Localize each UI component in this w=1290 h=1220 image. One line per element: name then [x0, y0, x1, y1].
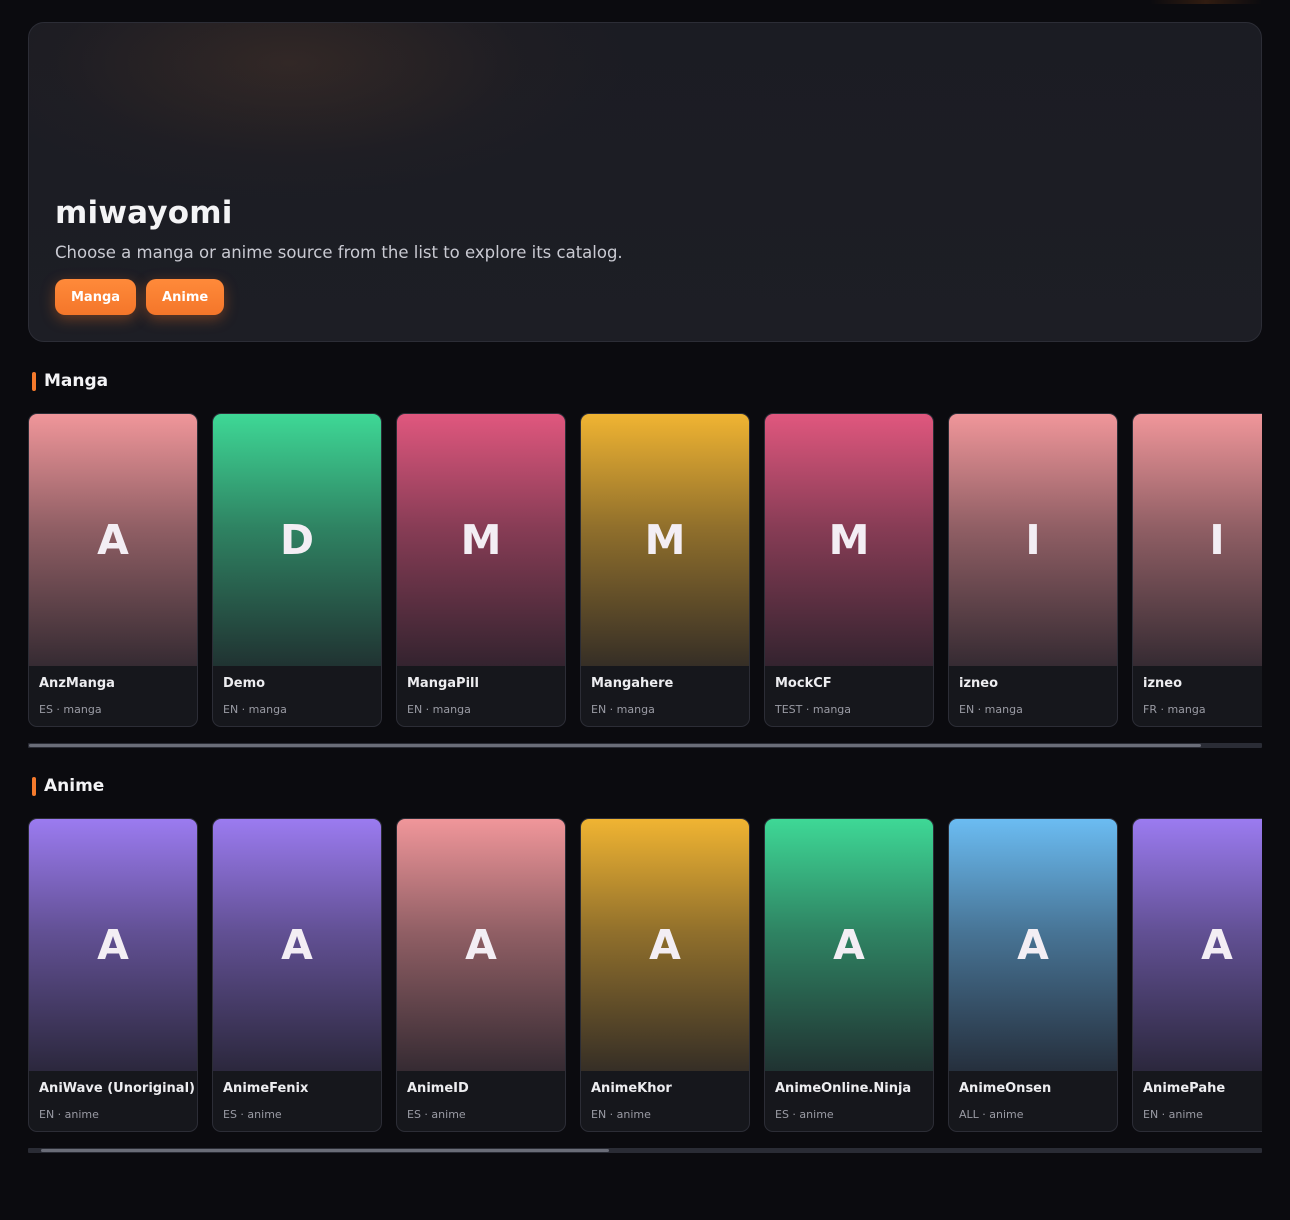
source-card[interactable]: A AnimeOnline.Ninja ES · anime	[764, 818, 934, 1132]
source-initial: I	[1025, 516, 1041, 564]
anime-scrollbar-thumb[interactable]	[41, 1149, 609, 1152]
source-name: MangaPill	[407, 676, 479, 691]
source-cover: D	[213, 414, 381, 666]
source-initial: A	[281, 921, 313, 969]
source-name: izneo	[1143, 676, 1183, 691]
source-initial: A	[465, 921, 497, 969]
source-meta: ES · anime	[775, 1108, 834, 1121]
source-card[interactable]: D Demo EN · manga	[212, 413, 382, 727]
source-initial: M	[644, 516, 686, 564]
source-initial: M	[460, 516, 502, 564]
anime-button[interactable]: Anime	[146, 279, 225, 315]
source-cover: M	[765, 414, 933, 666]
hero-banner: miwayomi Choose a manga or anime source …	[28, 22, 1262, 342]
source-meta: EN · manga	[591, 703, 655, 716]
source-meta: EN · anime	[1143, 1108, 1203, 1121]
manga-button[interactable]: Manga	[55, 279, 137, 315]
source-meta: EN · manga	[407, 703, 471, 716]
source-cover: A	[581, 819, 749, 1071]
source-name: AnimeFenix	[223, 1081, 309, 1096]
source-card[interactable]: A AnimeOnsen ALL · anime	[948, 818, 1118, 1132]
source-cover: A	[397, 819, 565, 1071]
manga-section-header: Manga	[32, 371, 108, 391]
source-name: AnimeOnline.Ninja	[775, 1081, 912, 1096]
source-name: MockCF	[775, 676, 832, 691]
source-name: izneo	[959, 676, 999, 691]
source-name: AnimePahe	[1143, 1081, 1226, 1096]
source-initial: I	[1209, 516, 1225, 564]
source-initial: A	[1017, 921, 1049, 969]
source-cover: I	[949, 414, 1117, 666]
source-card[interactable]: Iizneo FR · manga	[1132, 413, 1262, 727]
anime-section-header: Anime	[32, 776, 104, 796]
source-name: AniWave (Unoriginal)	[39, 1081, 195, 1096]
source-cover: A	[29, 819, 197, 1071]
hero-buttons: Manga Anime	[55, 279, 225, 315]
source-initial: A	[649, 921, 681, 969]
anime-scrollbar[interactable]	[28, 1148, 1262, 1153]
source-cover: M	[581, 414, 749, 666]
source-card[interactable]: A AnimeID ES · anime	[396, 818, 566, 1132]
source-meta: FR · manga	[1143, 703, 1206, 716]
source-initial: A	[833, 921, 865, 969]
source-card[interactable]: M Mangahere EN · manga	[580, 413, 750, 727]
hero-subtitle: Choose a manga or anime source from the …	[55, 243, 623, 262]
source-initial: D	[279, 516, 315, 564]
manga-section-title: Manga	[44, 371, 109, 391]
source-initial: A	[97, 516, 129, 564]
source-card[interactable]: M MangaPill EN · manga	[396, 413, 566, 727]
source-meta: ALL · anime	[959, 1108, 1024, 1121]
source-meta: TEST · manga	[775, 703, 852, 716]
source-card[interactable]: A AnzManga ES · manga	[28, 413, 198, 727]
source-card[interactable]: A AnimeKhor EN · anime	[580, 818, 750, 1132]
anime-source-row[interactable]: A AniWave (Unoriginal) EN · anime A AnimeFen…	[28, 818, 1262, 1132]
source-meta: EN · manga	[959, 703, 1023, 716]
source-card[interactable]: A AnimePahe EN · anime	[1132, 818, 1262, 1132]
top-edge-glow	[1150, 0, 1262, 4]
source-initial: M	[828, 516, 870, 564]
source-card[interactable]: Iizneo EN · manga	[948, 413, 1118, 727]
source-meta: EN · anime	[39, 1108, 99, 1121]
source-name: Demo	[223, 676, 266, 691]
source-cover: A	[213, 819, 381, 1071]
source-initial: A	[97, 921, 129, 969]
section-accent-bar	[32, 371, 36, 391]
source-cover: M	[397, 414, 565, 666]
source-card[interactable]: A AnimeFenix ES · anime	[212, 818, 382, 1132]
source-meta: EN · anime	[591, 1108, 651, 1121]
source-meta: ES · anime	[223, 1108, 282, 1121]
source-cover: I	[1133, 414, 1262, 666]
manga-scrollbar-thumb[interactable]	[29, 744, 1201, 747]
source-name: AnimeID	[407, 1081, 469, 1096]
source-cover: A	[1133, 819, 1262, 1071]
source-initial: A	[1201, 921, 1233, 969]
source-cover: A	[949, 819, 1117, 1071]
source-cover: A	[29, 414, 197, 666]
source-name: AnimeKhor	[591, 1081, 672, 1096]
source-card[interactable]: A AniWave (Unoriginal) EN · anime	[28, 818, 198, 1132]
source-name: AnzManga	[39, 676, 115, 691]
source-cover: A	[765, 819, 933, 1071]
manga-source-row[interactable]: A AnzManga ES · manga D Demo EN · manga M Manga…	[28, 413, 1262, 727]
source-meta: ES · anime	[407, 1108, 466, 1121]
anime-section-title: Anime	[44, 776, 105, 796]
section-accent-bar	[32, 776, 36, 796]
manga-scrollbar[interactable]	[28, 743, 1262, 748]
app-title: miwayomi	[55, 195, 233, 231]
source-meta: ES · manga	[39, 703, 102, 716]
source-name: Mangahere	[591, 676, 674, 691]
source-name: AnimeOnsen	[959, 1081, 1052, 1096]
source-meta: EN · manga	[223, 703, 287, 716]
source-card[interactable]: M MockCF TEST · manga	[764, 413, 934, 727]
